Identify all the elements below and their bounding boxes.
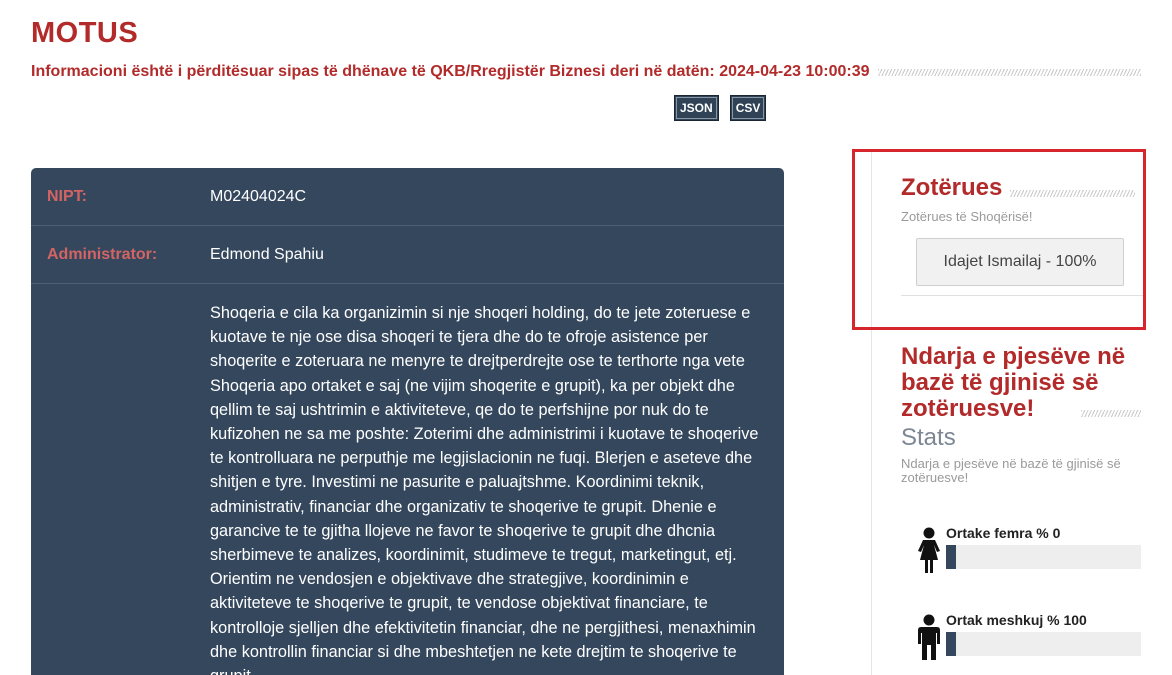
description-label xyxy=(31,284,210,675)
update-info: Informacioni është i përditësuar sipas t… xyxy=(31,63,1141,81)
decorative-hatch xyxy=(1081,410,1141,417)
decorative-hatch xyxy=(1010,189,1135,197)
description-text: Shoqeria e cila ka organizimin si nje sh… xyxy=(210,304,759,675)
info-row-description: Shoqeria e cila ka organizimin si nje sh… xyxy=(31,284,784,675)
nipt-value: M02404024C xyxy=(210,187,307,205)
owner-chip[interactable]: Idajet Ismailaj - 100% xyxy=(916,238,1124,286)
owners-panel: Zotërues Zotërues të Shoqërisë! Idajet I… xyxy=(852,149,1146,330)
gender-male-row: Ortak meshkuj % 100 xyxy=(913,612,1141,662)
stats-label: Stats xyxy=(901,424,956,451)
female-bar xyxy=(946,545,1141,569)
male-bar xyxy=(946,632,1141,656)
export-buttons: JSON CSV xyxy=(674,95,767,121)
stats-subtitle: Ndarja e pjesëve në bazë të gjinisë së z… xyxy=(901,456,1121,485)
female-bar-fill xyxy=(946,545,956,569)
female-icon xyxy=(918,527,940,573)
male-label: Ortak meshkuj % 100 xyxy=(946,612,1087,628)
company-info-card: NIPT: M02404024C Administrator: Edmond S… xyxy=(31,168,784,675)
export-json-button[interactable]: JSON xyxy=(674,95,719,121)
company-page: MOTUS Informacioni është i përditësuar s… xyxy=(0,0,1172,675)
female-label: Ortake femra % 0 xyxy=(946,525,1061,541)
update-text: Informacioni është i përditësuar sipas t… xyxy=(31,63,870,80)
decorative-hatch xyxy=(877,68,1141,76)
gender-female-row: Ortake femra % 0 xyxy=(913,525,1141,575)
company-name: MOTUS xyxy=(31,17,139,49)
owners-title: Zotërues xyxy=(901,174,1003,201)
owners-title-row: Zotërues xyxy=(901,174,1135,202)
distribution-title-block: Ndarja e pjesëve në bazë të gjinisë së z… xyxy=(901,344,1141,422)
nipt-label: NIPT: xyxy=(47,187,87,205)
export-csv-button[interactable]: CSV xyxy=(729,95,767,121)
info-row-administrator: Administrator: Edmond Spahiu xyxy=(31,226,784,284)
administrator-label: Administrator: xyxy=(47,245,158,263)
administrator-value: Edmond Spahiu xyxy=(210,245,324,263)
info-row-nipt: NIPT: M02404024C xyxy=(31,168,784,226)
male-bar-fill xyxy=(946,632,956,656)
owners-subtitle: Zotërues të Shoqërisë! xyxy=(901,209,1033,224)
owners-separator xyxy=(901,295,1143,296)
male-icon xyxy=(918,614,940,660)
